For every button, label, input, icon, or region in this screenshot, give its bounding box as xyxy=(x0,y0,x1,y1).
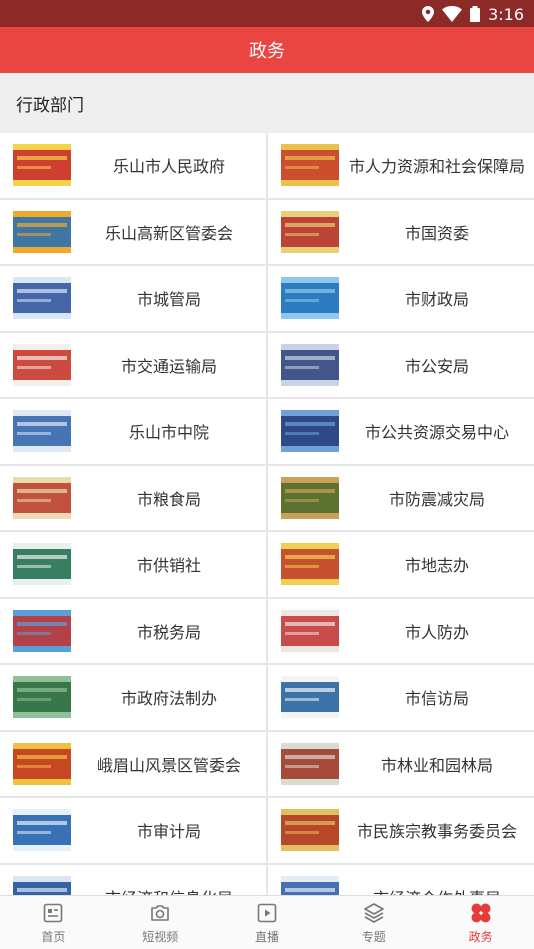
department-name: 市供销社 xyxy=(136,556,201,576)
department-logo-icon xyxy=(13,742,71,785)
department-name: 市政府法制办 xyxy=(120,689,217,709)
department-item[interactable]: 市国资委 xyxy=(268,199,534,264)
tab-label: 首页 xyxy=(41,929,66,944)
department-logo-icon xyxy=(13,210,71,253)
tab-0[interactable]: 首页 xyxy=(0,896,107,949)
app-header: 政务 xyxy=(0,27,534,73)
department-logo-icon xyxy=(13,676,71,718)
department-name: 市公共资源交易中心 xyxy=(364,423,509,443)
tab-label: 政务 xyxy=(468,929,493,944)
department-name: 市信访局 xyxy=(404,689,469,709)
news-icon xyxy=(41,901,65,928)
department-logo-icon xyxy=(281,277,339,319)
tab-label: 专题 xyxy=(361,929,386,944)
department-logo-icon xyxy=(281,210,339,253)
department-name: 市城管局 xyxy=(136,290,201,310)
department-logo-icon xyxy=(13,609,71,652)
department-item[interactable]: 市政府法制办 xyxy=(0,665,266,730)
department-logo-icon xyxy=(281,476,339,519)
section-title: 行政部门 xyxy=(16,95,84,116)
department-name: 市人防办 xyxy=(404,622,469,642)
department-logo-icon xyxy=(281,809,339,851)
department-logo-icon xyxy=(13,543,71,585)
department-item[interactable]: 市人防办 xyxy=(268,598,534,663)
tab-4[interactable]: 政务 xyxy=(427,896,534,949)
department-name: 市民族宗教事务委员会 xyxy=(356,822,517,842)
department-item[interactable]: 市审计局 xyxy=(0,798,266,863)
department-logo-icon xyxy=(281,343,339,386)
location-icon xyxy=(422,6,435,22)
department-item[interactable]: 市供销社 xyxy=(0,532,266,597)
department-name: 市财政局 xyxy=(404,290,469,310)
department-name: 峨眉山风景区管委会 xyxy=(96,755,241,775)
department-name: 市审计局 xyxy=(136,822,201,842)
play-icon xyxy=(255,901,279,928)
department-item[interactable]: 峨眉山风景区管委会 xyxy=(0,731,266,796)
status-time: 3:16 xyxy=(488,4,524,24)
battery-icon xyxy=(470,6,481,22)
department-name: 市防震减灾局 xyxy=(388,489,485,509)
department-item[interactable]: 市信访局 xyxy=(268,665,534,730)
status-bar: 3:16 xyxy=(0,0,534,27)
department-name: 市地志办 xyxy=(404,556,469,576)
department-item[interactable]: 市民族宗教事务委员会 xyxy=(268,798,534,863)
wifi-icon xyxy=(442,6,463,22)
tab-label: 直播 xyxy=(254,929,279,944)
department-item[interactable]: 市税务局 xyxy=(0,598,266,663)
department-name: 市林业和园林局 xyxy=(380,755,493,775)
page-title: 政务 xyxy=(249,41,285,62)
bottom-tab-bar: 首页 短视频 直播 专题 政务 xyxy=(0,895,534,949)
department-item[interactable]: 市公共资源交易中心 xyxy=(268,399,534,464)
section-header: 行政部门 xyxy=(0,73,534,133)
department-name: 市税务局 xyxy=(136,622,201,642)
camera-icon xyxy=(148,901,172,928)
department-item[interactable]: 乐山市人民政府 xyxy=(0,133,266,198)
department-item[interactable]: 市财政局 xyxy=(268,266,534,331)
department-logo-icon xyxy=(281,144,339,186)
tab-label: 短视频 xyxy=(142,929,179,944)
department-name: 市人力资源和社会保障局 xyxy=(348,157,525,177)
department-name: 乐山高新区管委会 xyxy=(104,223,233,243)
tab-2[interactable]: 直播 xyxy=(214,896,321,949)
department-logo-icon xyxy=(281,543,339,585)
department-item[interactable]: 市林业和园林局 xyxy=(268,731,534,796)
department-logo-icon xyxy=(281,609,339,652)
department-item[interactable]: 市公安局 xyxy=(268,332,534,397)
department-logo-icon xyxy=(13,410,71,452)
tab-3[interactable]: 专题 xyxy=(320,896,427,949)
department-name: 乐山市中院 xyxy=(128,423,209,443)
department-item[interactable]: 市防震减灾局 xyxy=(268,465,534,530)
department-name: 乐山市人民政府 xyxy=(112,157,225,177)
department-logo-icon xyxy=(13,277,71,319)
department-logo-icon xyxy=(13,809,71,851)
department-name: 市国资委 xyxy=(404,223,469,243)
department-item[interactable]: 市粮食局 xyxy=(0,465,266,530)
department-logo-icon xyxy=(281,410,339,452)
department-item[interactable]: 乐山市中院 xyxy=(0,399,266,464)
layers-icon xyxy=(362,901,386,928)
department-name: 市公安局 xyxy=(404,356,469,376)
department-item[interactable]: 乐山高新区管委会 xyxy=(0,199,266,264)
department-logo-icon xyxy=(13,343,71,386)
tab-1[interactable]: 短视频 xyxy=(107,896,214,949)
department-name: 市交通运输局 xyxy=(120,356,217,376)
department-grid: 乐山市人民政府 市人力资源和社会保障局乐山高新区管委会 市国资委市城管局 市财政局市交… xyxy=(0,133,534,929)
department-logo-icon xyxy=(281,676,339,718)
department-logo-icon xyxy=(13,476,71,519)
department-logo-icon xyxy=(13,144,71,186)
department-logo-icon xyxy=(281,742,339,785)
department-name: 市粮食局 xyxy=(136,489,201,509)
department-item[interactable]: 市城管局 xyxy=(0,266,266,331)
department-item[interactable]: 市人力资源和社会保障局 xyxy=(268,133,534,198)
department-item[interactable]: 市地志办 xyxy=(268,532,534,597)
department-item[interactable]: 市交通运输局 xyxy=(0,332,266,397)
clover-icon xyxy=(469,901,493,928)
